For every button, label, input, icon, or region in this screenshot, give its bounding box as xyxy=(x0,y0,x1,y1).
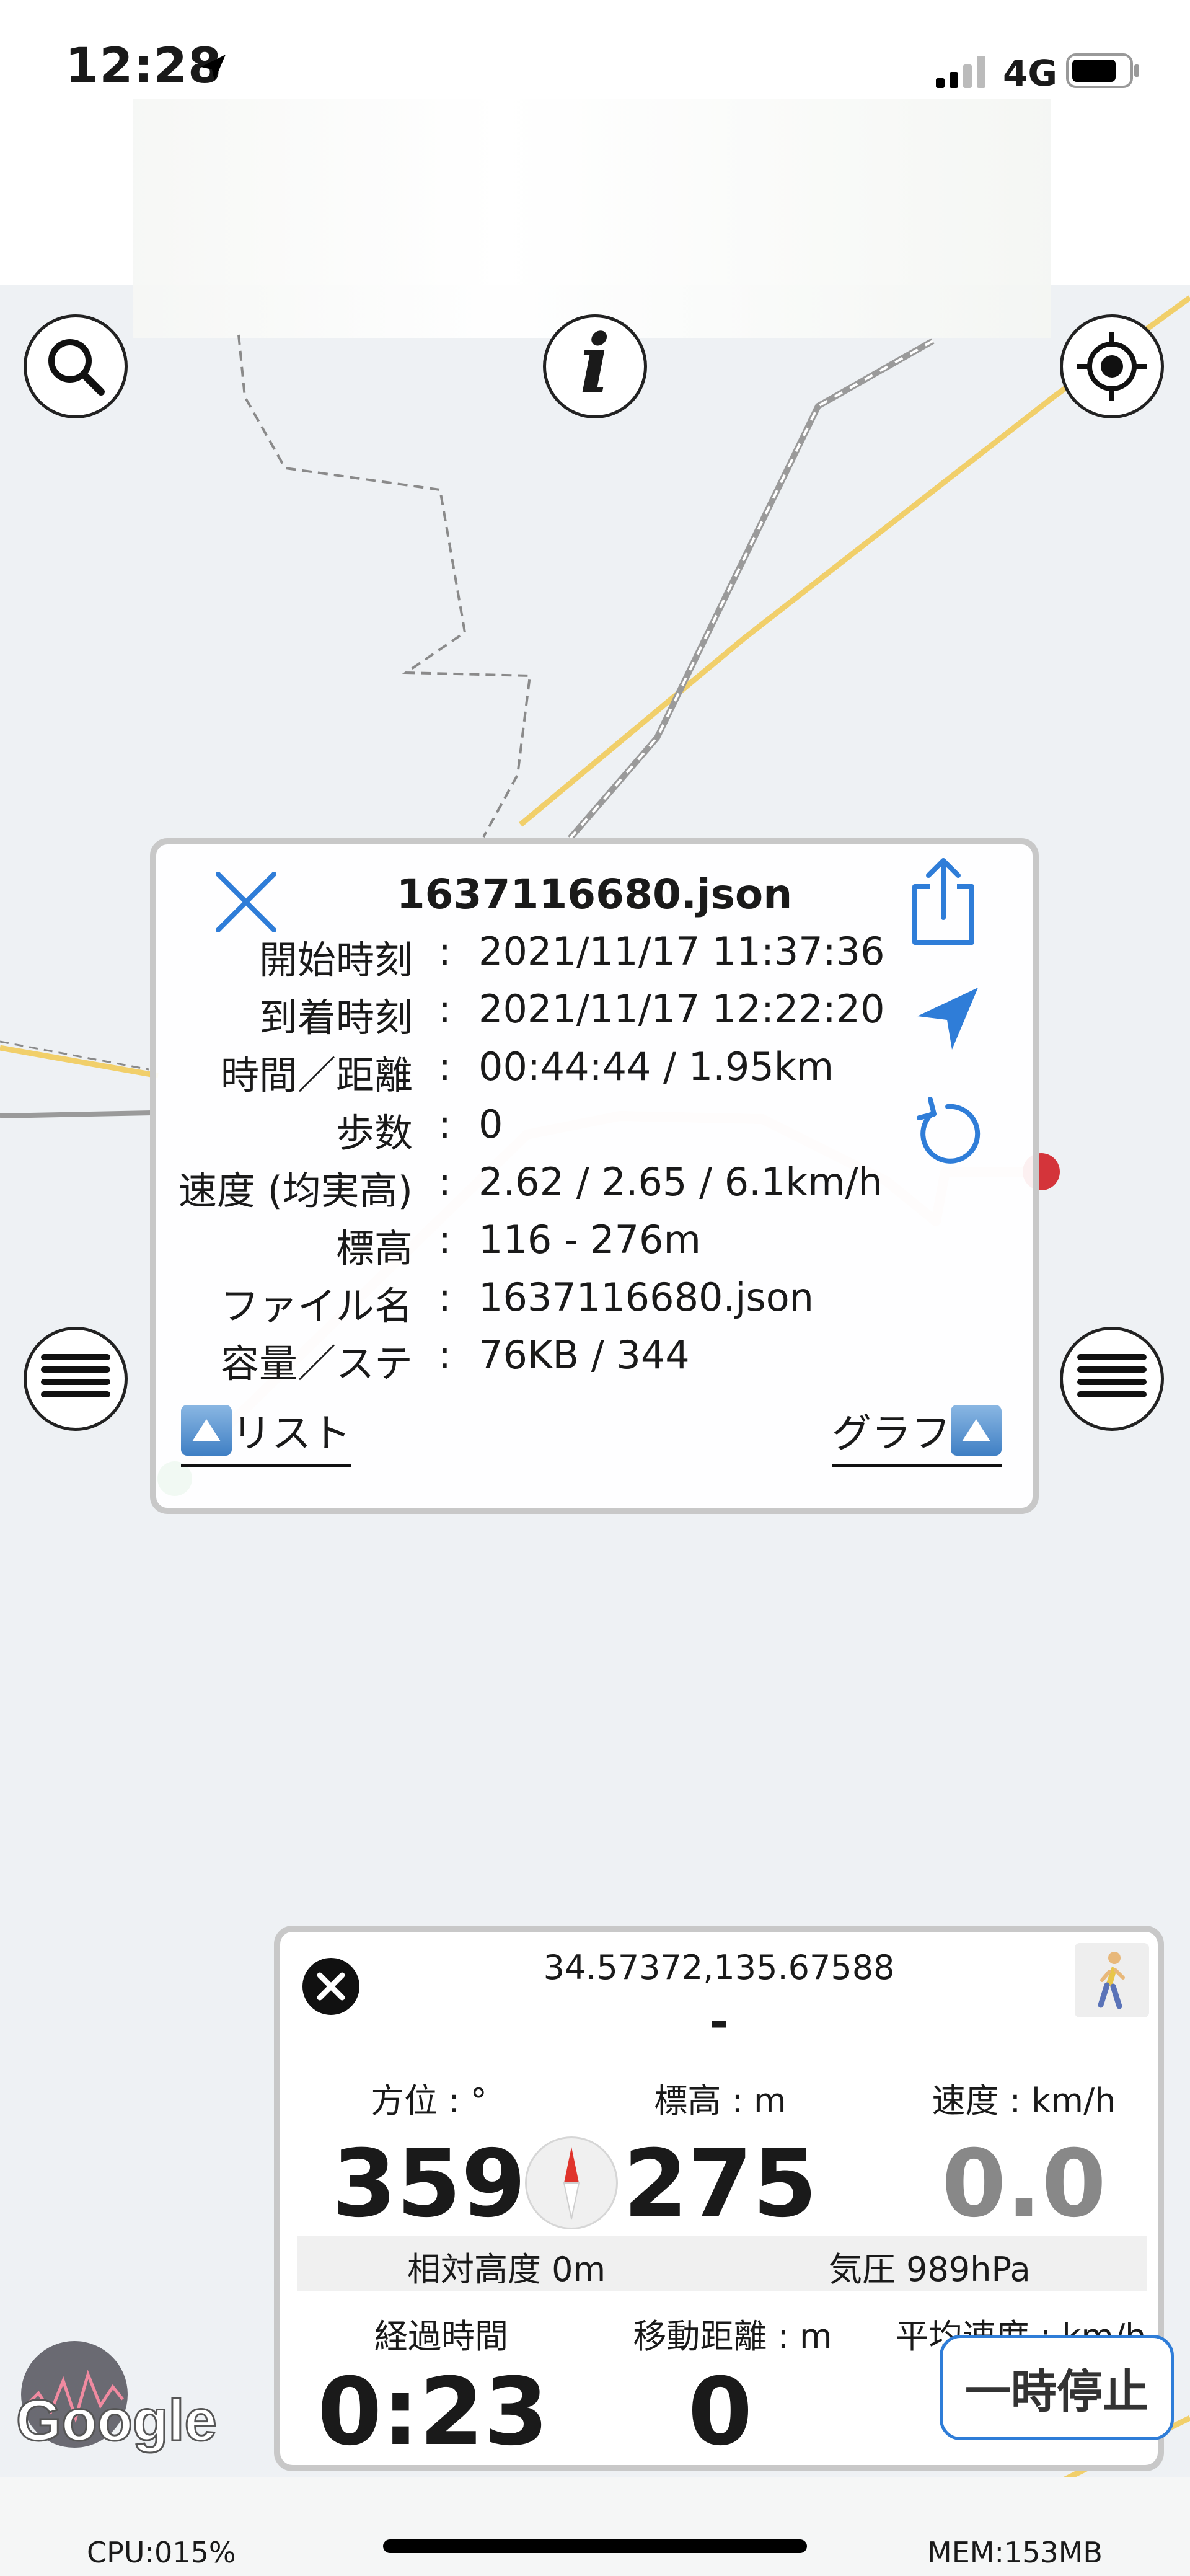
info-label: 容量／ステ xyxy=(220,1341,413,1386)
info-label: 時間／距離 xyxy=(220,1053,413,1098)
info-value: 76KB / 344 xyxy=(478,1332,690,1378)
menu-right-button[interactable] xyxy=(1060,1327,1164,1431)
google-attribution: Google xyxy=(15,2387,218,2454)
info-colon: : xyxy=(438,986,451,1032)
info-colon: : xyxy=(438,1044,451,1089)
hamburger-icon xyxy=(1077,1354,1147,1397)
altitude-label: 標高 : m xyxy=(654,2081,787,2120)
relative-altitude: 相対高度 0m xyxy=(407,2250,606,2289)
info-button[interactable]: i xyxy=(543,314,647,418)
info-colon: : xyxy=(438,1102,451,1147)
track-info-popup: 1637116680.json 開始時刻 : 2021/11/17 11:37:… xyxy=(150,838,1039,1514)
coordinates: 34.57372,135.67588 xyxy=(543,1948,895,1987)
info-row-size: 容量／ステ : 76KB / 344 xyxy=(156,1332,1033,1389)
info-row-start: 開始時刻 : 2021/11/17 11:37:36 xyxy=(156,929,1033,986)
home-indicator[interactable] xyxy=(383,2539,807,2553)
search-button[interactable] xyxy=(24,314,128,418)
info-label: 到着時刻 xyxy=(258,995,413,1040)
address: - xyxy=(709,1994,729,2049)
mode-button[interactable] xyxy=(1075,1943,1149,2017)
info-label: 速度 (均実高) xyxy=(178,1168,413,1213)
info-icon: i xyxy=(580,316,610,411)
info-label: 標高 xyxy=(335,1226,413,1271)
graph-link[interactable]: グラフ xyxy=(832,1396,1002,1467)
info-colon: : xyxy=(438,1217,451,1262)
info-row-speed: 速度 (均実高) : 2.62 / 2.65 / 6.1km/h xyxy=(156,1159,1033,1216)
graph-link-label: グラフ xyxy=(832,1411,951,1457)
heading-label: 方位 : ° xyxy=(371,2081,487,2120)
info-row-elevation: 標高 : 116 - 276m xyxy=(156,1217,1033,1274)
info-label: ファイル名 xyxy=(220,1283,413,1329)
info-value: 2.62 / 2.65 / 6.1km/h xyxy=(478,1159,883,1205)
distance-value: 0 xyxy=(687,2358,753,2466)
info-colon: : xyxy=(438,1275,451,1320)
info-value: 0 xyxy=(478,1102,503,1147)
info-row-filename: ファイル名 : 1637116680.json xyxy=(156,1275,1033,1332)
info-label: 歩数 xyxy=(335,1110,413,1156)
railway-line xyxy=(568,338,935,841)
up-arrow-icon xyxy=(181,1405,232,1456)
pause-button[interactable]: 一時停止 xyxy=(940,2335,1174,2440)
up-arrow-icon xyxy=(951,1405,1002,1456)
info-row-arrival: 到着時刻 : 2021/11/17 12:22:20 xyxy=(156,986,1033,1043)
walker-icon xyxy=(1098,1952,1125,2009)
cpu-usage: CPU:015% xyxy=(87,2536,236,2569)
list-link-label: リスト xyxy=(232,1411,351,1457)
speed-value: 0.0 xyxy=(941,2130,1106,2238)
compass-icon xyxy=(525,2136,618,2229)
info-row-duration: 時間／距離 : 00:44:44 / 1.95km xyxy=(156,1044,1033,1101)
info-value: 2021/11/17 11:37:36 xyxy=(478,929,885,974)
info-value: 2021/11/17 12:22:20 xyxy=(478,986,885,1032)
info-label: 開始時刻 xyxy=(258,937,413,983)
pressure: 気圧 989hPa xyxy=(829,2250,1031,2289)
locate-icon xyxy=(1077,332,1147,401)
popup-title: 1637116680.json xyxy=(396,870,793,918)
heading-value: 359 xyxy=(332,2130,526,2238)
info-value: 1637116680.json xyxy=(478,1275,814,1320)
altitude-value: 275 xyxy=(623,2130,818,2238)
elapsed-label: 経過時間 xyxy=(374,2317,508,2356)
list-link[interactable]: リスト xyxy=(181,1396,351,1467)
current-location-button[interactable] xyxy=(1060,314,1164,418)
boundary-line xyxy=(237,334,532,838)
memory-usage: MEM:153MB xyxy=(927,2536,1103,2569)
info-colon: : xyxy=(438,1159,451,1205)
railway-dash xyxy=(569,340,933,839)
info-value: 00:44:44 / 1.95km xyxy=(478,1044,834,1089)
distance-label: 移動距離 : m xyxy=(633,2317,832,2356)
info-colon: : xyxy=(438,929,451,974)
search-icon xyxy=(48,339,105,396)
info-row-steps: 歩数 : 0 xyxy=(156,1102,1033,1159)
info-value: 116 - 276m xyxy=(478,1217,701,1262)
elapsed-value: 0:23 xyxy=(317,2358,549,2466)
speed-label: 速度 : km/h xyxy=(932,2081,1116,2120)
info-colon: : xyxy=(438,1332,451,1378)
